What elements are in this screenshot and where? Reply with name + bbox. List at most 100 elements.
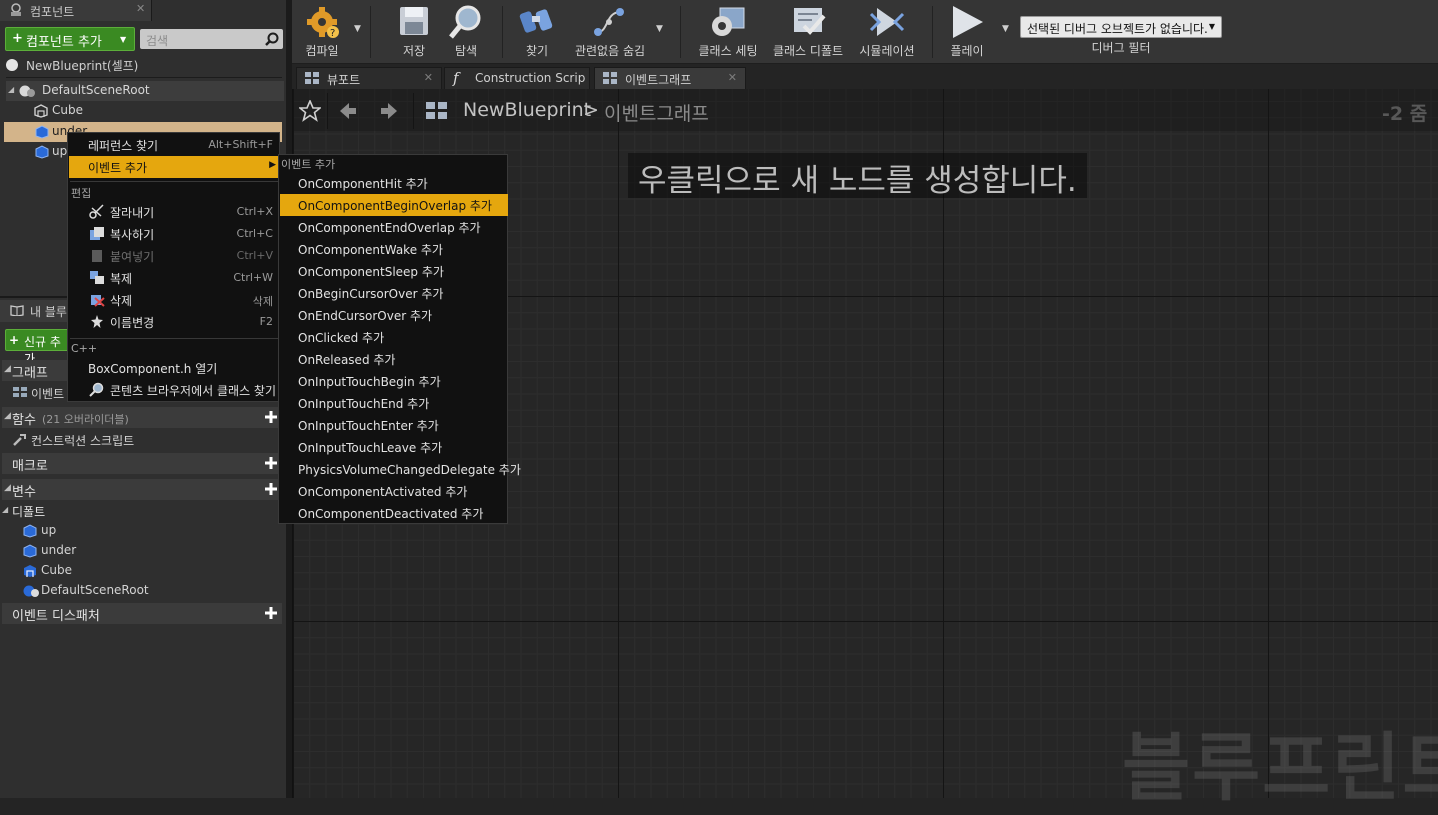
- breadcrumb-blueprint[interactable]: NewBlueprint: [463, 99, 591, 121]
- submenu-item-onclicked[interactable]: OnClicked 추가: [280, 326, 508, 348]
- class-settings-button[interactable]: 클래스 세팅: [696, 0, 760, 62]
- submenu-item-onendcursorover[interactable]: OnEndCursorOver 추가: [280, 304, 508, 326]
- section-title: 함수: [12, 413, 36, 428]
- submenu-item-oncomponentdeactivated[interactable]: OnComponentDeactivated 추가: [280, 502, 508, 524]
- browse-button[interactable]: 탐색: [442, 0, 490, 62]
- submenu-item-oncomponentendoverlap[interactable]: OnComponentEndOverlap 추가: [280, 216, 508, 238]
- toolbar-separator: [370, 6, 371, 58]
- tree-label: Cube: [52, 103, 83, 117]
- menu-item-label: 붙여넣기: [110, 250, 155, 264]
- variable-item-defaultsceneroot[interactable]: DefaultSceneRoot: [0, 581, 280, 601]
- components-tab[interactable]: 컴포넌트 ✕: [0, 0, 152, 21]
- tree-item-defaultsceneroot[interactable]: ◢ DefaultSceneRoot: [6, 81, 284, 101]
- submenu-item-label: OnComponentBeginOverlap 추가: [298, 199, 492, 213]
- expand-arrow-icon: ◢: [4, 483, 11, 493]
- variable-item-cube[interactable]: Cube: [0, 561, 280, 581]
- menu-item-paste[interactable]: 붙여넣기 Ctrl+V: [69, 245, 279, 267]
- function-item-construction[interactable]: 컨스트럭션 스크립트: [0, 430, 280, 450]
- delete-icon: [89, 292, 105, 307]
- tab-viewport[interactable]: 뷰포트 ✕: [296, 67, 442, 89]
- section-macros[interactable]: 매크로: [2, 453, 282, 474]
- menu-item-label: 잘라내기: [110, 206, 155, 220]
- variable-item-under[interactable]: under: [0, 541, 280, 561]
- menu-item-delete[interactable]: 삭제 삭제: [69, 289, 279, 311]
- self-row[interactable]: NewBlueprint(셀프): [0, 56, 290, 74]
- submenu-item-label: PhysicsVolumeChangedDelegate 추가: [298, 463, 521, 477]
- debug-object-select[interactable]: 선택된 디버그 오브젝트가 없습니다. ▼: [1020, 16, 1222, 38]
- simulation-button[interactable]: 시뮬레이션: [856, 0, 918, 62]
- graph-watermark: 블루프린트: [1122, 725, 1438, 811]
- menu-item-label: 삭제: [110, 294, 133, 308]
- submenu-item-oncomponentbeginoverlap[interactable]: OnComponentBeginOverlap 추가: [280, 194, 508, 216]
- submenu-item-oncomponenthit[interactable]: OnComponentHit 추가: [280, 172, 508, 194]
- menu-item-shortcut: Ctrl+V: [236, 249, 273, 262]
- menu-item-cut[interactable]: 잘라내기 Ctrl+X: [69, 201, 279, 223]
- tab-construction-script[interactable]: f Construction Scrip: [444, 67, 590, 89]
- submenu-item-oninputtouchleave[interactable]: OnInputTouchLeave 추가: [280, 436, 508, 458]
- menu-item-shortcut: F2: [259, 315, 273, 328]
- breadcrumb-separator: >: [583, 99, 599, 121]
- menu-item-duplicate[interactable]: 복제 Ctrl+W: [69, 267, 279, 289]
- debug-filter-label: 디버그 필터: [1091, 41, 1151, 55]
- menu-item-add-event[interactable]: 이벤트 추가 ▶: [69, 156, 279, 178]
- menu-item-open-header[interactable]: BoxComponent.h 열기: [69, 357, 279, 379]
- add-dispatcher-icon[interactable]: [264, 606, 278, 620]
- play-options-arrow-icon[interactable]: ▼: [1002, 24, 1009, 34]
- tab-label: 뷰포트: [327, 73, 361, 87]
- submenu-item-label: OnEndCursorOver 추가: [298, 309, 433, 323]
- submenu-item-physicsvolumechangeddelegate[interactable]: PhysicsVolumeChangedDelegate 추가: [280, 458, 521, 480]
- submenu-item-oncomponentactivated[interactable]: OnComponentActivated 추가: [280, 480, 508, 502]
- menu-item-rename[interactable]: 이름변경 F2: [69, 311, 279, 333]
- variable-item-up[interactable]: up: [0, 521, 280, 541]
- section-functions[interactable]: ◢ 함수 (21 오버라이더블): [2, 407, 282, 428]
- compile-button[interactable]: ? 컴파일: [296, 0, 348, 62]
- variable-label: up: [41, 523, 57, 537]
- section-variables[interactable]: ◢ 변수: [2, 479, 282, 500]
- submenu-item-oncomponentwake[interactable]: OnComponentWake 추가: [280, 238, 508, 260]
- star-icon[interactable]: [299, 100, 321, 122]
- close-icon[interactable]: ✕: [728, 71, 737, 84]
- component-search-input[interactable]: 검색: [140, 29, 283, 49]
- hide-unrelated-label: 관련없음 숨김: [574, 44, 646, 58]
- add-variable-icon[interactable]: [264, 482, 278, 496]
- tab-event-graph[interactable]: 이벤트그래프 ✕: [594, 67, 746, 89]
- expand-arrow-icon[interactable]: ◢: [8, 85, 14, 94]
- menu-item-find-in-content-browser[interactable]: 콘텐츠 브라우저에서 클래스 찾기: [69, 379, 279, 401]
- class-defaults-button[interactable]: 클래스 디폴트: [768, 0, 848, 62]
- add-component-button[interactable]: + 컴포넌트 추가 ▼: [5, 27, 135, 51]
- hide-unrelated-options-arrow-icon[interactable]: ▼: [656, 24, 663, 34]
- save-button[interactable]: 저장: [390, 0, 438, 62]
- clipboard-icon: [89, 248, 105, 263]
- section-event-dispatchers[interactable]: 이벤트 디스패처: [2, 603, 282, 624]
- close-icon[interactable]: ✕: [424, 71, 433, 84]
- submenu-item-onreleased[interactable]: OnReleased 추가: [280, 348, 508, 370]
- new-add-button[interactable]: + 신규 추가: [5, 329, 69, 366]
- rename-icon: [89, 314, 105, 329]
- submenu-item-oncomponentsleep[interactable]: OnComponentSleep 추가: [280, 260, 508, 282]
- submenu-item-oninputtouchend[interactable]: OnInputTouchEnd 추가: [280, 392, 508, 414]
- my-blueprint-tab[interactable]: 내 블루: [0, 300, 70, 322]
- find-button[interactable]: 찾기: [514, 0, 560, 62]
- add-event-submenu: 이벤트 추가 OnComponentHit 추가 OnComponentBegi…: [278, 154, 521, 524]
- close-icon[interactable]: ✕: [136, 2, 145, 15]
- back-arrow-icon[interactable]: [338, 101, 358, 121]
- submenu-item-oninputtouchenter[interactable]: OnInputTouchEnter 추가: [280, 414, 508, 436]
- submenu-item-oninputtouchbegin[interactable]: OnInputTouchBegin 추가: [280, 370, 508, 392]
- expand-arrow-icon: ◢: [4, 364, 11, 374]
- play-button[interactable]: 플레이: [942, 0, 992, 62]
- menu-item-copy[interactable]: 복사하기 Ctrl+C: [69, 223, 279, 245]
- add-macro-icon[interactable]: [264, 456, 278, 470]
- add-function-icon[interactable]: [264, 410, 278, 424]
- compile-options-arrow-icon[interactable]: ▼: [354, 24, 361, 34]
- menu-item-find-references[interactable]: 레퍼런스 찾기 Alt+Shift+F: [69, 134, 279, 156]
- hide-unrelated-button[interactable]: 관련없음 숨김: [568, 0, 652, 62]
- tree-item-cube[interactable]: Cube: [4, 101, 282, 121]
- play-icon: [949, 4, 985, 40]
- magnifier-icon: [448, 4, 484, 40]
- tab-label: 이벤트그래프: [625, 73, 692, 87]
- submenu-item-onbegincursorover[interactable]: OnBeginCursorOver 추가: [280, 282, 508, 304]
- compile-gear-icon: ?: [304, 4, 340, 40]
- context-menu: 레퍼런스 찾기 Alt+Shift+F 이벤트 추가 ▶ 편집 잘라내기 Ctr…: [67, 132, 280, 402]
- variable-category-defaults[interactable]: ◢ 디폴트: [0, 501, 280, 519]
- forward-arrow-icon[interactable]: [379, 101, 399, 121]
